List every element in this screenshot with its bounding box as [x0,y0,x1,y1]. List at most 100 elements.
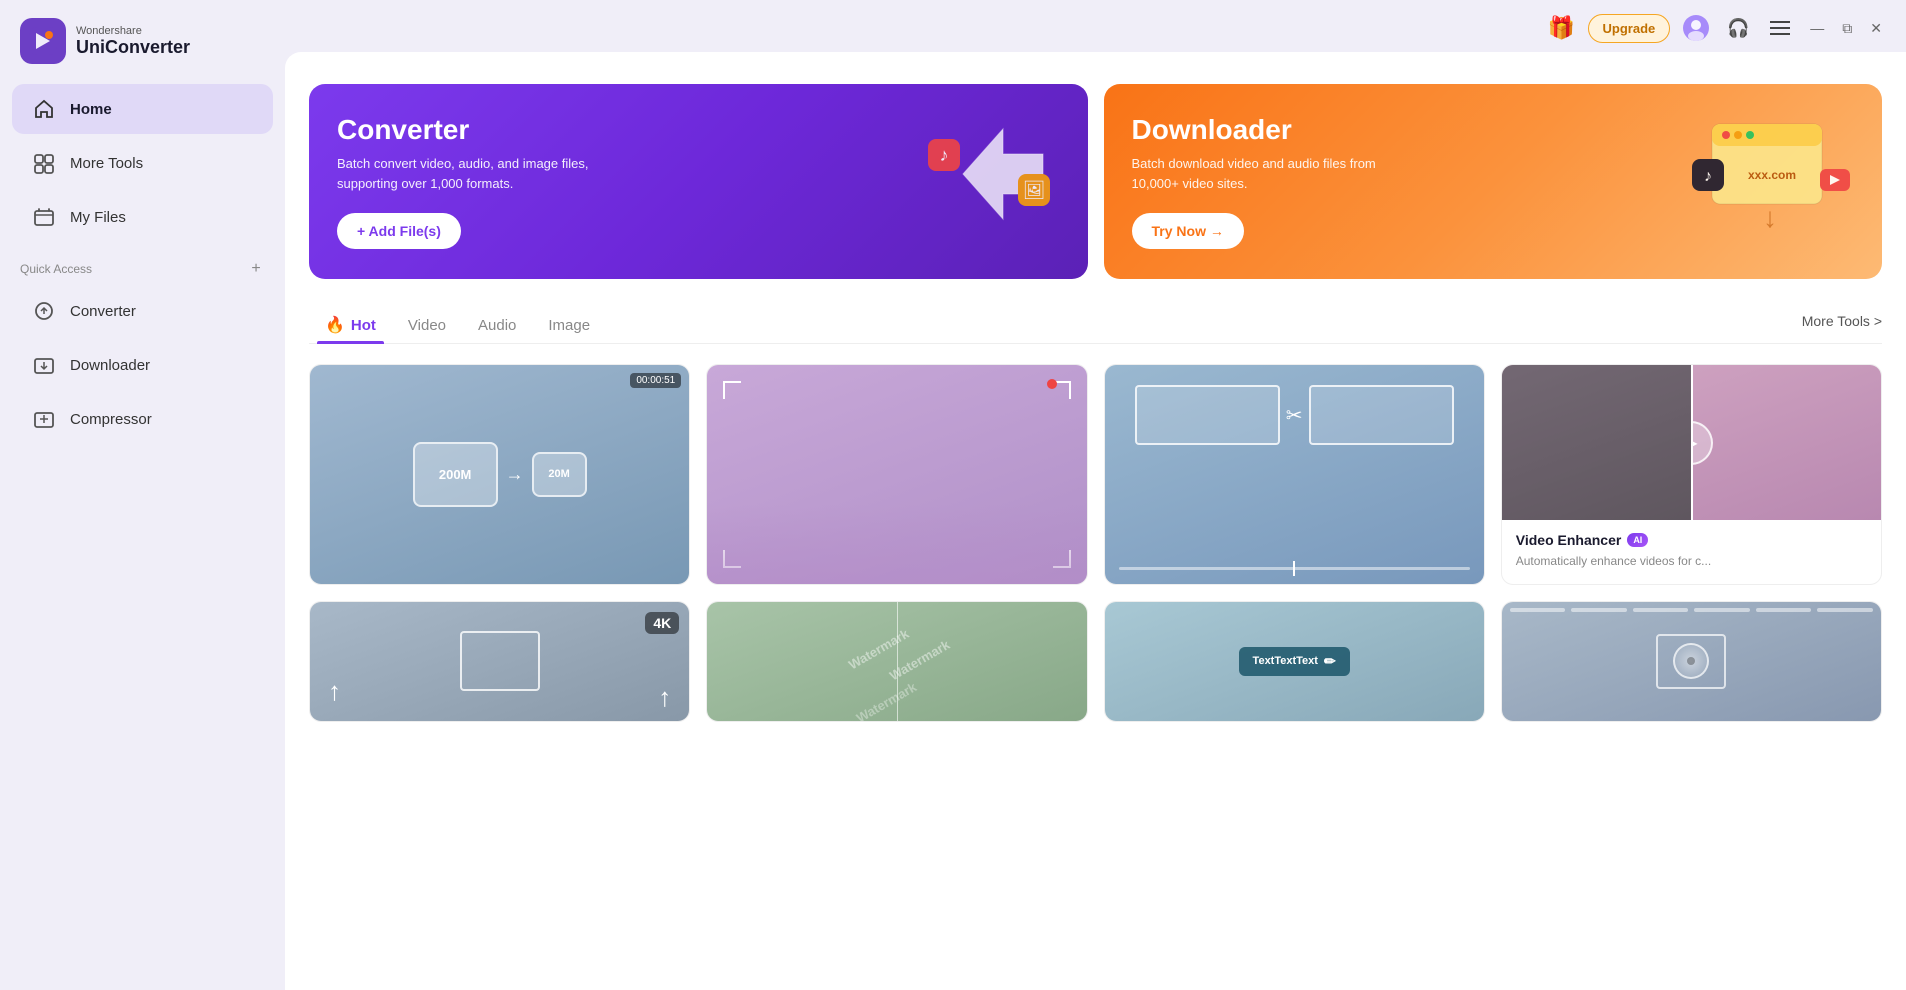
downloader-banner-desc: Batch download video and audio files fro… [1132,154,1412,193]
dvd-strip-6 [1817,608,1873,612]
close-button[interactable]: ✕ [1866,20,1886,37]
tab-image[interactable]: Image [532,309,606,342]
tool-card-screen-recorder[interactable]: Screen Recorder 1:1 quality screen recor… [706,364,1087,585]
my-files-icon [32,205,56,229]
upscale-arrows-right: ↑ [658,682,671,713]
dvd-border [1656,634,1726,689]
rec-corner-tl [723,381,741,399]
compress-arrow-icon: → [506,464,524,485]
timer-badge: 00:00:51 [630,373,681,388]
svg-text:♪: ♪ [939,145,948,165]
sidebar-item-more-tools[interactable]: More Tools [12,138,273,188]
maximize-button[interactable]: ⧉ [1838,20,1856,37]
upgrade-button[interactable]: Upgrade [1588,14,1671,43]
sidebar-home-label: Home [70,101,112,118]
main-content: Converter Batch convert video, audio, an… [285,52,1906,990]
tool-card-image-enhancer[interactable]: 4K ↑ ↑ Image Enhancer AI [309,601,690,722]
dvd-disc [1673,643,1709,679]
watermark-card-image: Watermark Watermark Watermark [707,602,1086,721]
app-logo-icon [20,18,66,64]
sidebar-item-home[interactable]: Home [12,84,273,134]
sidebar-item-downloader[interactable]: Downloader [12,340,273,390]
editor-playhead [1293,561,1295,576]
tool-card-video-editor[interactable]: ✂ Video Editor Batch trim, crop, speed a… [1104,364,1485,585]
svg-text:↓: ↓ [1763,202,1777,233]
user-avatar-icon[interactable] [1680,12,1712,44]
sidebar-downloader-label: Downloader [70,357,150,374]
video-editor-card-image: ✂ [1105,365,1484,584]
watermark-card-body: Watermark Remover AI Remove watermarks f… [707,721,1086,722]
dvd-card-image [1502,602,1881,721]
tool-card-video-enhancer[interactable]: ▶ Video Enhancer AI Automatically enhanc… [1501,364,1882,585]
image-enhancer-card-image: 4K ↑ ↑ [310,602,689,721]
tab-audio[interactable]: Audio [462,309,532,342]
video-enhancer-card-desc: Automatically enhance videos for c... [1516,553,1867,570]
upscale-4k-badge: 4K [645,612,679,634]
quick-access-section: Quick Access + [0,244,285,284]
image-enhancer-card-body: Image Enhancer AI Upscale and enhance im… [310,721,689,722]
gift-button[interactable]: 🎁 [1546,12,1578,44]
quick-access-label: Quick Access [20,262,92,276]
video-editor-card-body: Video Editor Batch trim, crop, speed and… [1105,584,1484,585]
downloader-banner[interactable]: Downloader Batch download video and audi… [1104,84,1883,279]
dvd-strips [1502,602,1881,618]
tool-card-compressor[interactable]: 00:00:51 200M → 20M Compressor Batch com… [309,364,690,585]
logo-text: Wondershare UniConverter [76,25,190,58]
compressor-card-body: Compressor Batch compress video and audi… [310,584,689,585]
tool-card-watermark-remover[interactable]: Watermark Watermark Watermark Watermark … [706,601,1087,722]
rec-dot-icon [1047,379,1057,389]
dvd-strip-2 [1571,608,1627,612]
watermark-text-3: Watermark [853,679,918,721]
enhancer-divider [1691,365,1693,520]
support-icon[interactable]: 🎧 [1722,12,1754,44]
home-icon [32,97,56,121]
upscale-frame [460,631,540,691]
tab-image-label: Image [548,317,590,334]
logo-brand: Wondershare [76,25,190,37]
sidebar-more-tools-label: More Tools [70,155,143,172]
subtitle-card-body: Subtitle Editor AI Add and edit subtitle… [1105,721,1484,722]
svg-text:xxx.com: xxx.com [1748,168,1796,182]
banner-row: Converter Batch convert video, audio, an… [309,84,1882,279]
compressor-icon [32,407,56,431]
tab-hot[interactable]: 🔥 Hot [309,307,392,343]
screen-recorder-card-body: Screen Recorder 1:1 quality screen recor… [707,584,1086,585]
converter-icon [32,299,56,323]
tab-video[interactable]: Video [392,309,462,342]
main-wrapper: 🎁 Upgrade 🎧 — ⧉ ✕ Converter Batch conver… [285,0,1906,990]
fire-icon: 🔥 [325,315,345,335]
svg-text:🖼: 🖼 [1022,180,1045,200]
quick-access-add-button[interactable]: + [247,260,265,278]
minimize-button[interactable]: — [1806,20,1828,36]
video-enhancer-card-body: Video Enhancer AI Automatically enhance … [1502,520,1881,584]
sidebar-item-my-files[interactable]: My Files [12,192,273,242]
tool-card-subtitle-editor[interactable]: TextTextText ✏ Subtitle Editor AI Add an… [1104,601,1485,722]
dvd-strip-4 [1694,608,1750,612]
converter-banner[interactable]: Converter Batch convert video, audio, an… [309,84,1088,279]
sidebar-item-compressor[interactable]: Compressor [12,394,273,444]
upscale-arrows: ↑ [328,676,341,707]
compress-box-small: 20M [532,452,587,497]
sidebar-my-files-label: My Files [70,209,126,226]
downloader-try-now-button[interactable]: Try Now → [1132,213,1244,249]
enhancer-left-side [1502,365,1692,520]
more-tools-link[interactable]: More Tools > [1802,313,1882,337]
converter-add-files-button[interactable]: + Add File(s) [337,213,461,249]
dvd-strip-1 [1510,608,1566,612]
dvd-card-body: DVD Burner Burn videos to DVD with ease.… [1502,721,1881,722]
sidebar: Wondershare UniConverter Home More Tools [0,0,285,990]
subtitle-card-image: TextTextText ✏ [1105,602,1484,721]
logo-area: Wondershare UniConverter [0,0,285,82]
dvd-strip-3 [1633,608,1689,612]
compress-box-large: 200M [413,442,498,507]
screen-recorder-card-image [707,365,1086,584]
downloader-illustration: xxx.com ♪ ↓ [1682,109,1862,255]
sidebar-item-converter[interactable]: Converter [12,286,273,336]
top-bar: 🎁 Upgrade 🎧 — ⧉ ✕ [285,0,1906,52]
tool-card-dvd-burner[interactable]: DVD Burner Burn videos to DVD with ease.… [1501,601,1882,722]
menu-icon[interactable] [1764,12,1796,44]
tab-hot-label: Hot [351,317,376,334]
converter-banner-desc: Batch convert video, audio, and image fi… [337,154,617,193]
editor-split: ✂ [1135,385,1454,445]
tab-video-label: Video [408,317,446,334]
